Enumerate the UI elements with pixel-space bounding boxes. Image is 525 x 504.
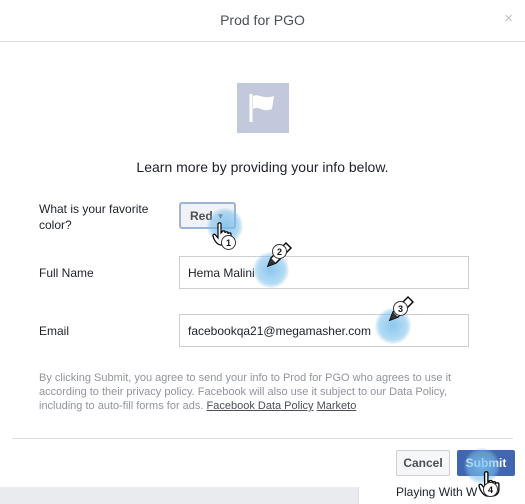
background-text: Playing With W bbox=[396, 485, 478, 499]
email-input[interactable]: facebookqa21@megamasher.com bbox=[179, 314, 469, 347]
disclaimer: By clicking Submit, you agree to send yo… bbox=[39, 371, 479, 413]
marketo-link[interactable]: Marketo bbox=[317, 400, 357, 412]
email-label: Email bbox=[39, 324, 70, 338]
step-badge-3: 3 bbox=[393, 301, 408, 316]
data-policy-link[interactable]: Facebook Data Policy bbox=[207, 400, 314, 412]
full-name-input[interactable]: Hema Malini bbox=[179, 256, 469, 289]
dialog-header: Prod for PGO × bbox=[0, 0, 525, 42]
step-badge-1: 1 bbox=[221, 235, 236, 250]
close-icon[interactable]: × bbox=[504, 10, 513, 27]
step-badge-4: 4 bbox=[483, 482, 498, 497]
footer-divider bbox=[12, 438, 513, 439]
dialog-title: Prod for PGO bbox=[220, 12, 305, 28]
cancel-button[interactable]: Cancel bbox=[396, 450, 450, 476]
color-question-label: What is your favorite color? bbox=[39, 202, 149, 232]
page-avatar bbox=[237, 83, 289, 133]
intro-text: Learn more by providing your info below. bbox=[136, 159, 389, 175]
step-badge-2: 2 bbox=[272, 244, 287, 259]
flag-icon bbox=[249, 94, 274, 122]
full-name-label: Full Name bbox=[39, 266, 94, 280]
